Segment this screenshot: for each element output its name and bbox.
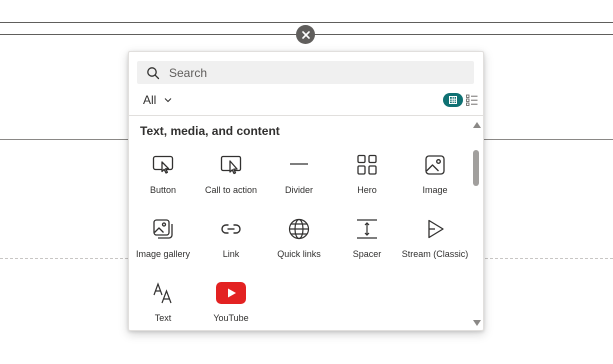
webpart-divider[interactable]: Divider <box>265 153 333 196</box>
link-icon <box>219 217 243 241</box>
scroll-down-icon[interactable] <box>473 320 481 326</box>
search-icon <box>146 66 160 80</box>
webpart-image[interactable]: Image <box>401 153 469 196</box>
webpart-text[interactable]: Text <box>129 281 197 324</box>
divider-icon <box>287 153 311 177</box>
list-view-button[interactable] <box>466 94 478 106</box>
scroll-up-icon[interactable] <box>473 122 481 128</box>
webpart-spacer[interactable]: Spacer <box>333 217 401 260</box>
category-filter-label: All <box>143 93 157 107</box>
list-view-icon <box>466 94 478 106</box>
webpart-image-gallery[interactable]: Image gallery <box>129 217 197 260</box>
category-filter-dropdown[interactable]: All <box>143 93 172 107</box>
scroll-thumb[interactable] <box>473 150 479 186</box>
close-toolbox-button[interactable] <box>296 25 315 44</box>
view-toggle <box>443 93 478 107</box>
webpart-button[interactable]: Button <box>129 153 197 196</box>
toolbox-panel: All Text, media, and content <box>128 51 484 331</box>
grid-view-button[interactable] <box>443 93 463 107</box>
hero-icon <box>355 153 379 177</box>
section-border-top <box>0 22 613 23</box>
button-icon <box>151 153 175 177</box>
webpart-hero[interactable]: Hero <box>333 153 401 196</box>
section-title: Text, media, and content <box>140 124 280 138</box>
header-separator <box>129 115 483 116</box>
chevron-down-icon <box>164 96 172 104</box>
text-icon <box>151 281 175 305</box>
webpart-stream-classic[interactable]: Stream (Classic) <box>401 217 469 260</box>
webpart-quick-links[interactable]: Quick links <box>265 217 333 260</box>
call-to-action-icon <box>219 153 243 177</box>
youtube-icon <box>216 281 246 305</box>
spacer-icon <box>355 217 379 241</box>
image-gallery-icon <box>151 217 175 241</box>
webpart-youtube[interactable]: YouTube <box>197 281 265 324</box>
search-input[interactable] <box>167 64 474 81</box>
grid-view-icon <box>449 96 457 104</box>
search-box[interactable] <box>137 61 474 84</box>
stream-icon <box>423 217 447 241</box>
webpart-link[interactable]: Link <box>197 217 265 260</box>
webpart-call-to-action[interactable]: Call to action <box>197 153 265 196</box>
image-icon <box>423 153 447 177</box>
scrollbar[interactable] <box>471 118 483 330</box>
quick-links-icon <box>287 217 311 241</box>
close-icon <box>301 30 310 39</box>
